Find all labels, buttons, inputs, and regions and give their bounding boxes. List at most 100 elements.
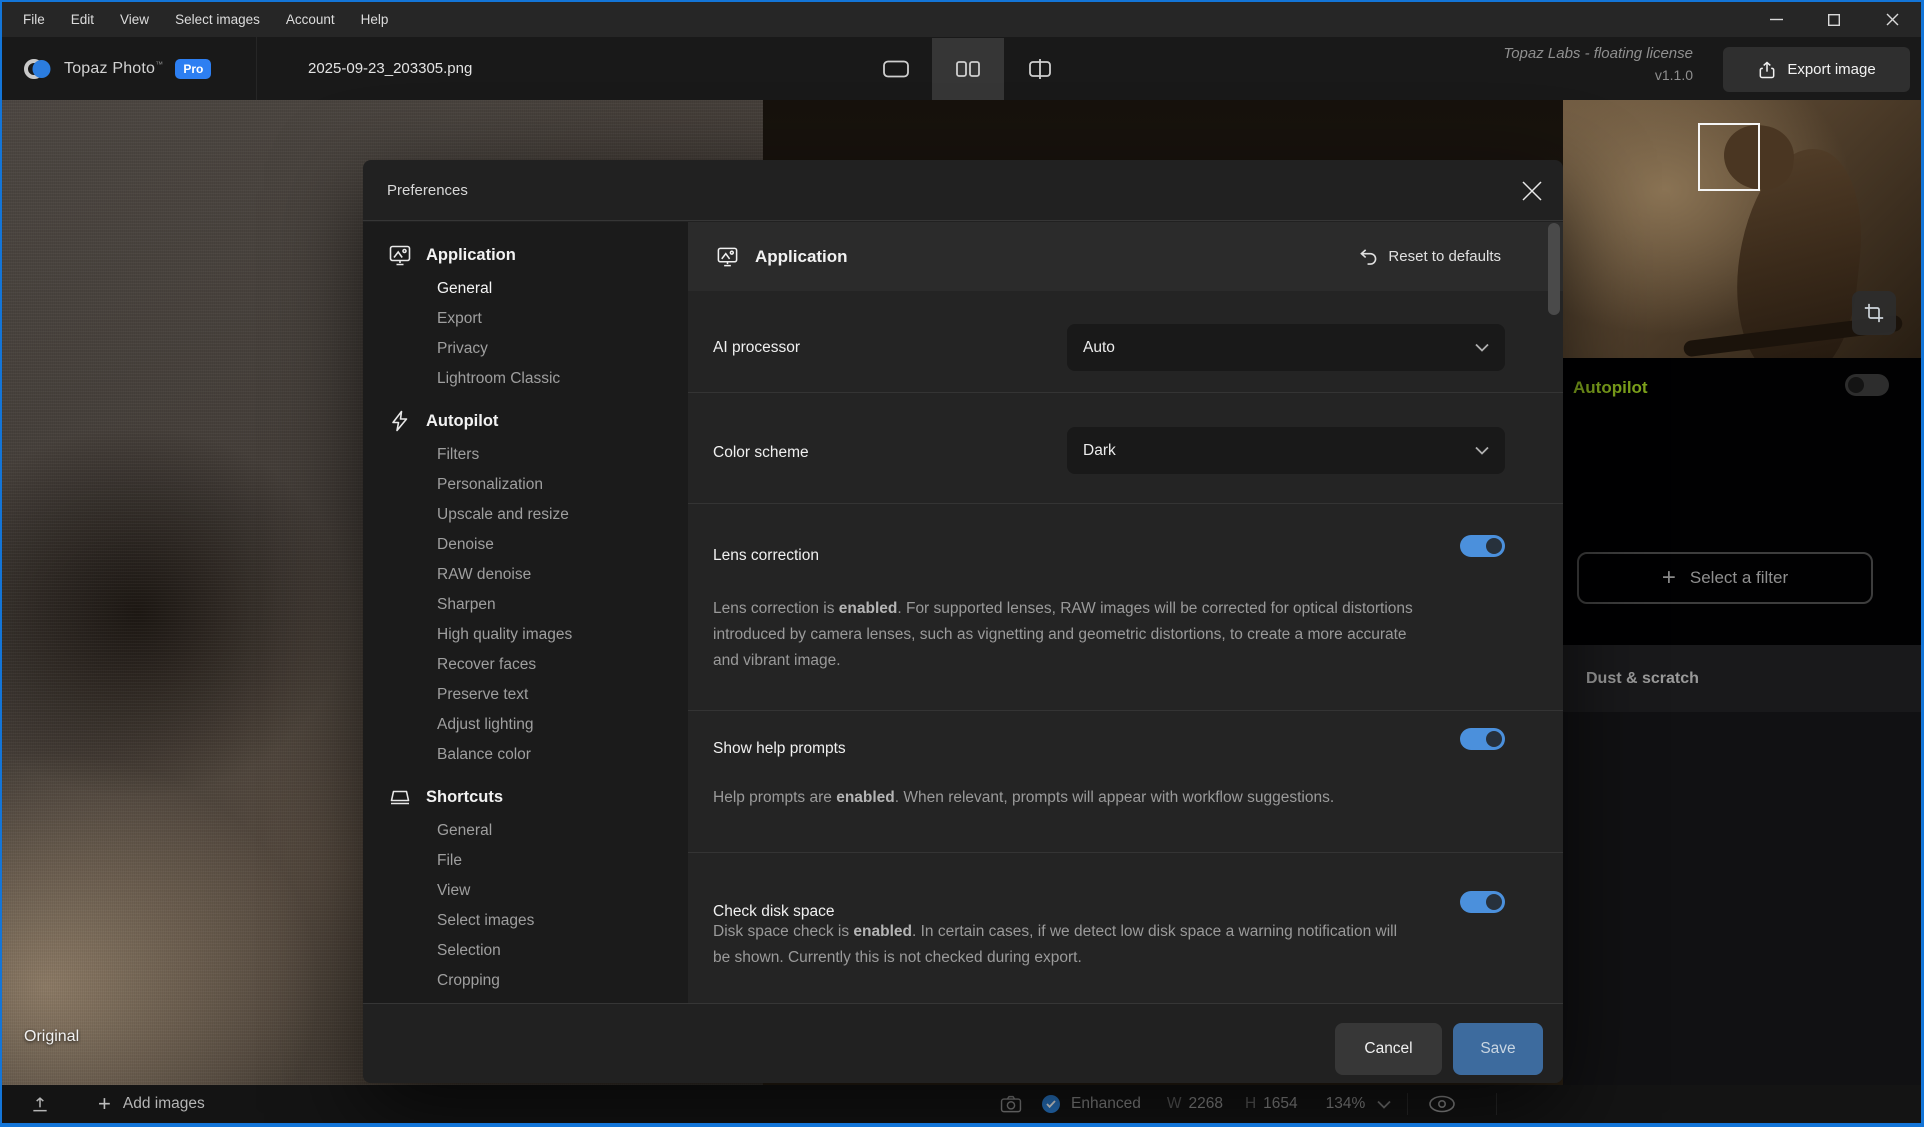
license-info: Topaz Labs - floating license v1.1.0	[1503, 45, 1693, 83]
undo-icon	[1359, 248, 1378, 265]
sidebar-item[interactable]: View	[363, 876, 688, 906]
sidebar-item[interactable]: File	[363, 846, 688, 876]
open-filename: 2025-09-23_203305.png	[308, 37, 472, 100]
preferences-dialog: Preferences Application GeneralExportPri…	[363, 160, 1563, 1083]
dialog-scrollbar[interactable]	[1548, 223, 1560, 315]
view-split-button[interactable]	[932, 38, 1004, 100]
view-compare-button[interactable]	[1004, 38, 1076, 100]
sidebar-item[interactable]: Filters	[363, 440, 688, 470]
zoom-chevron-icon[interactable]	[1377, 1100, 1391, 1109]
bottom-status-bar: + Add images Enhanced W 2268 H 1654 134%	[2, 1085, 1921, 1123]
sidebar-item[interactable]: Privacy	[363, 334, 688, 364]
reset-to-defaults-button[interactable]: Reset to defaults	[1359, 222, 1501, 291]
content-header: Application Reset to defaults	[688, 222, 1563, 291]
sidebar-item[interactable]: Preserve text	[363, 680, 688, 710]
application-icon	[716, 245, 739, 268]
save-button[interactable]: Save	[1453, 1023, 1543, 1075]
topaz-logo-icon	[24, 55, 52, 83]
sidebar-item[interactable]: Sharpen	[363, 590, 688, 620]
enhanced-status[interactable]: Enhanced	[1071, 1095, 1141, 1113]
export-label: Export image	[1787, 61, 1875, 78]
ai-processor-label: AI processor	[713, 339, 800, 357]
sidebar-item[interactable]: RAW denoise	[363, 560, 688, 590]
upload-icon[interactable]	[30, 1094, 50, 1114]
statusbar-separator	[1407, 1093, 1408, 1115]
sidebar-item[interactable]: Adjust lighting	[363, 710, 688, 740]
settings-rows: AI processor Auto Color scheme Dark Lens…	[688, 291, 1563, 1004]
autopilot-section: Autopilot + Select a filter	[1563, 358, 1924, 645]
help-prompts-toggle[interactable]	[1460, 728, 1505, 750]
sidebar-header-autopilot[interactable]: Autopilot	[363, 402, 688, 440]
zoom-level[interactable]: 134%	[1326, 1095, 1366, 1113]
add-images-button[interactable]: Add images	[123, 1095, 205, 1113]
setting-row-lens-correction: Lens correction Lens correction is enabl…	[688, 504, 1563, 711]
menu-item[interactable]: View	[107, 2, 162, 37]
view-mode-group	[860, 38, 1076, 100]
sidebar-item[interactable]: Lightroom Classic	[363, 364, 688, 394]
export-image-button[interactable]: Export image	[1723, 47, 1910, 92]
app-brand: Topaz Photo™ Pro	[24, 37, 211, 100]
maximize-icon	[1828, 14, 1840, 26]
compare-view-icon	[1027, 58, 1053, 80]
camera-icon[interactable]	[1000, 1095, 1022, 1113]
dialog-footer: Cancel Save	[363, 1003, 1563, 1083]
setting-row-ai-processor: AI processor Auto	[688, 291, 1563, 393]
crop-button[interactable]	[1852, 291, 1896, 335]
sidebar-item[interactable]: Personalization	[363, 470, 688, 500]
sidebar-item[interactable]: Denoise	[363, 530, 688, 560]
statusbar-separator	[1496, 1093, 1497, 1115]
width-value: 2268	[1188, 1095, 1222, 1113]
filter-item-dust-scratch[interactable]: Dust & scratch	[1563, 645, 1924, 712]
plus-icon: +	[1662, 566, 1676, 590]
close-window-button[interactable]	[1863, 2, 1921, 37]
sidebar-item[interactable]: General	[363, 816, 688, 846]
sidebar-item[interactable]: Balance color	[363, 740, 688, 770]
brand-name: Topaz Photo™	[64, 60, 163, 78]
help-prompts-description: Help prompts are enabled. When relevant,…	[713, 785, 1413, 811]
single-view-icon	[883, 59, 909, 79]
minimize-button[interactable]	[1747, 2, 1805, 37]
ai-processor-dropdown[interactable]: Auto	[1067, 324, 1505, 371]
window-controls	[1747, 2, 1921, 37]
dialog-close-button[interactable]	[1517, 176, 1547, 206]
preview-eye-icon[interactable]	[1428, 1095, 1456, 1113]
app-toolbar: Topaz Photo™ Pro 2025-09-23_203305.png T…	[2, 37, 1921, 100]
menu-item[interactable]: Edit	[58, 2, 107, 37]
sidebar-item[interactable]: Export	[363, 304, 688, 334]
zoom-region-rectangle[interactable]	[1698, 123, 1760, 191]
dialog-title: Preferences	[387, 160, 468, 221]
menu-item[interactable]: File	[10, 2, 58, 37]
sidebar-item[interactable]: High quality images	[363, 620, 688, 650]
disk-space-toggle[interactable]	[1460, 891, 1505, 913]
view-single-button[interactable]	[860, 38, 932, 100]
sidebar-item[interactable]: Selection	[363, 936, 688, 966]
sidebar-header-application[interactable]: Application	[363, 236, 688, 274]
autopilot-label: Autopilot	[1573, 378, 1648, 398]
menu-item[interactable]: Account	[273, 2, 348, 37]
menu-item[interactable]: Help	[348, 2, 402, 37]
sidebar-header-shortcuts[interactable]: Shortcuts	[363, 778, 688, 816]
sidebar-item[interactable]: Recover faces	[363, 650, 688, 680]
sidebar-item[interactable]: Select images	[363, 906, 688, 936]
image-status-group: Enhanced W 2268 H 1654 134%	[1000, 1085, 1497, 1123]
minimize-icon	[1770, 13, 1783, 26]
filter-name: Dust & scratch	[1586, 670, 1699, 688]
navigation-preview[interactable]	[1563, 100, 1924, 358]
height-label: H	[1245, 1095, 1256, 1113]
sidebar-item[interactable]: Cropping	[363, 966, 688, 996]
close-icon	[1886, 13, 1899, 26]
select-filter-button[interactable]: + Select a filter	[1577, 552, 1873, 604]
lens-correction-description: Lens correction is enabled. For supporte…	[713, 596, 1413, 674]
sidebar-item[interactable]: Upscale and resize	[363, 500, 688, 530]
menu-item[interactable]: Select images	[162, 2, 273, 37]
color-scheme-label: Color scheme	[713, 444, 809, 462]
cancel-button[interactable]: Cancel	[1335, 1023, 1442, 1075]
shortcuts-keyboard-icon	[388, 785, 412, 809]
lens-correction-toggle[interactable]	[1460, 535, 1505, 557]
setting-row-disk-space: Check disk space Disk space check is ena…	[688, 853, 1563, 1004]
chevron-down-icon	[1475, 446, 1489, 455]
sidebar-item[interactable]: General	[363, 274, 688, 304]
autopilot-toggle[interactable]	[1845, 374, 1889, 396]
color-scheme-dropdown[interactable]: Dark	[1067, 427, 1505, 474]
maximize-button[interactable]	[1805, 2, 1863, 37]
